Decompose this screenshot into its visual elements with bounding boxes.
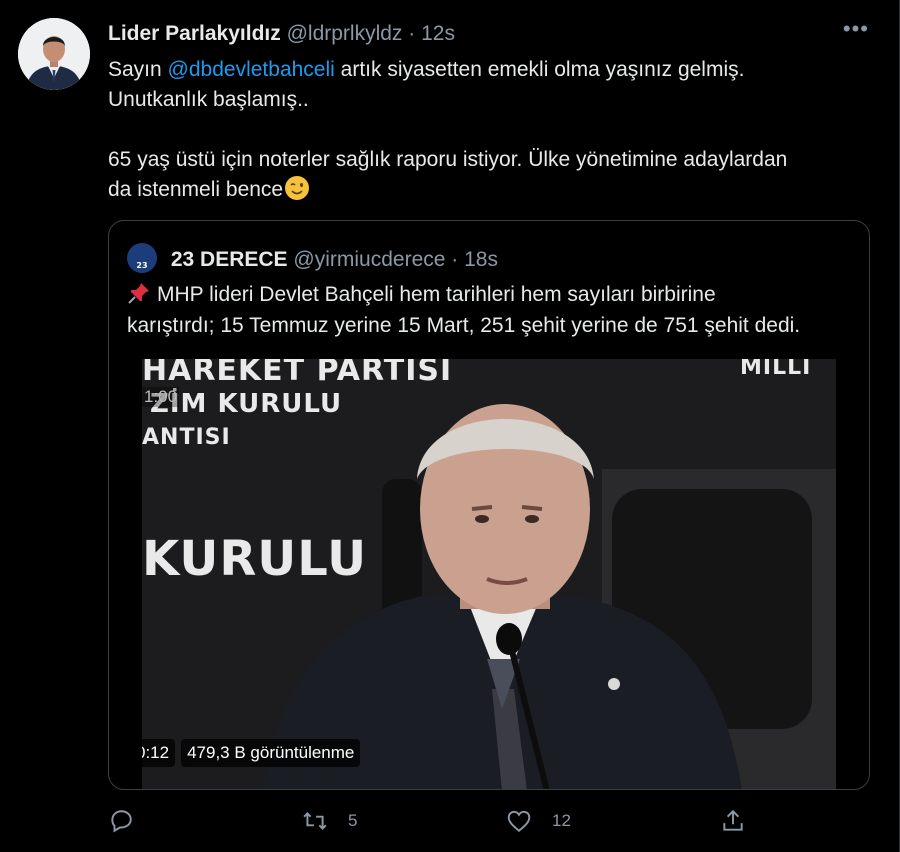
background-sign-line-1: HAREKET PARTİSİ: [142, 359, 453, 388]
more-options-icon[interactable]: •••: [843, 16, 869, 42]
tweet[interactable]: Lider Parlakyıldız @ldrprlkyldz · 12s ••…: [0, 0, 900, 852]
author-avatar[interactable]: [18, 18, 90, 90]
video-duration-overlay: 1:00: [142, 387, 180, 407]
mention-link[interactable]: @dbdevletbahceli: [168, 58, 335, 81]
background-sign-line-4: KURULU: [142, 531, 368, 587]
author-handle[interactable]: @ldrprlkyldz: [287, 22, 403, 45]
video-player[interactable]: HAREKET PARTİSİ ZİM KURULU ANTISI KURULU…: [142, 359, 836, 789]
quoted-line-1: MHP lideri Devlet Bahçeli hem tarihleri …: [127, 279, 853, 310]
quoted-line-1-text: MHP lideri Devlet Bahçeli hem tarihleri …: [157, 283, 716, 306]
separator: ·: [408, 22, 416, 45]
video-view-count: 479,3 B görüntülenme: [181, 739, 361, 767]
reply-icon: [111, 810, 132, 833]
quoted-author-avatar[interactable]: 23: [127, 243, 157, 273]
pushpin-icon: [128, 283, 149, 304]
tweet-line-4: da istenmeli bence: [108, 175, 859, 205]
quoted-line-2: karıştırdı; 15 Temmuz yerine 15 Mart, 25…: [127, 314, 801, 337]
tweet-line-2: Unutkanlık başlamış..: [108, 88, 309, 111]
video-timestamp: 0:12: [142, 739, 176, 767]
tweet-header: Lider Parlakyıldız @ldrprlkyldz · 12s: [108, 20, 829, 48]
share-button[interactable]: [720, 808, 766, 834]
retweet-icon: [303, 812, 327, 830]
quoted-avatar-text: 23: [136, 261, 148, 270]
text-after-mention: artık siyasetten emekli olma yaşınız gel…: [334, 58, 745, 81]
tweet-line-1: Sayın @dbdevletbahceli artık siyasetten …: [108, 55, 859, 85]
retweet-button[interactable]: 5: [302, 808, 357, 834]
quoted-author-name[interactable]: 23 DERECE: [171, 248, 288, 271]
quoted-separator: ·: [451, 248, 459, 271]
reply-button[interactable]: [108, 808, 154, 834]
heart-icon: [507, 810, 531, 833]
quoted-tweet-time[interactable]: 18s: [464, 248, 498, 271]
quoted-tweet-text: MHP lideri Devlet Bahçeli hem tarihleri …: [127, 279, 853, 341]
quoted-tweet-header: 23 23 DERECE @yirmiucderece · 18s: [127, 243, 498, 274]
tweet-line-3: 65 yaş üstü için noterler sağlık raporu …: [108, 148, 788, 171]
winking-face-icon: [285, 176, 310, 200]
tweet-text: Sayın @dbdevletbahceli artık siyasetten …: [108, 55, 859, 205]
tweet-line-4-text: da istenmeli bence: [108, 178, 284, 201]
text-before-mention: Sayın: [108, 58, 168, 81]
retweet-count: 5: [348, 811, 358, 830]
quoted-author-handle[interactable]: @yirmiucderece: [293, 248, 445, 271]
tweet-time[interactable]: 12s: [421, 22, 455, 45]
like-button[interactable]: 12: [506, 808, 571, 834]
author-name[interactable]: Lider Parlakyıldız: [108, 22, 281, 45]
share-icon: [723, 809, 743, 831]
quoted-tweet[interactable]: 23 23 DERECE @yirmiucderece · 18s MHP li…: [108, 220, 870, 790]
video-badges: 0:12 479,3 B görüntülenme: [142, 739, 361, 767]
like-count: 12: [552, 811, 571, 830]
background-sign-right: MİLLİ: [740, 359, 812, 380]
background-sign-line-3: ANTISI: [142, 425, 231, 450]
tweet-actions: 5 12: [108, 808, 748, 838]
